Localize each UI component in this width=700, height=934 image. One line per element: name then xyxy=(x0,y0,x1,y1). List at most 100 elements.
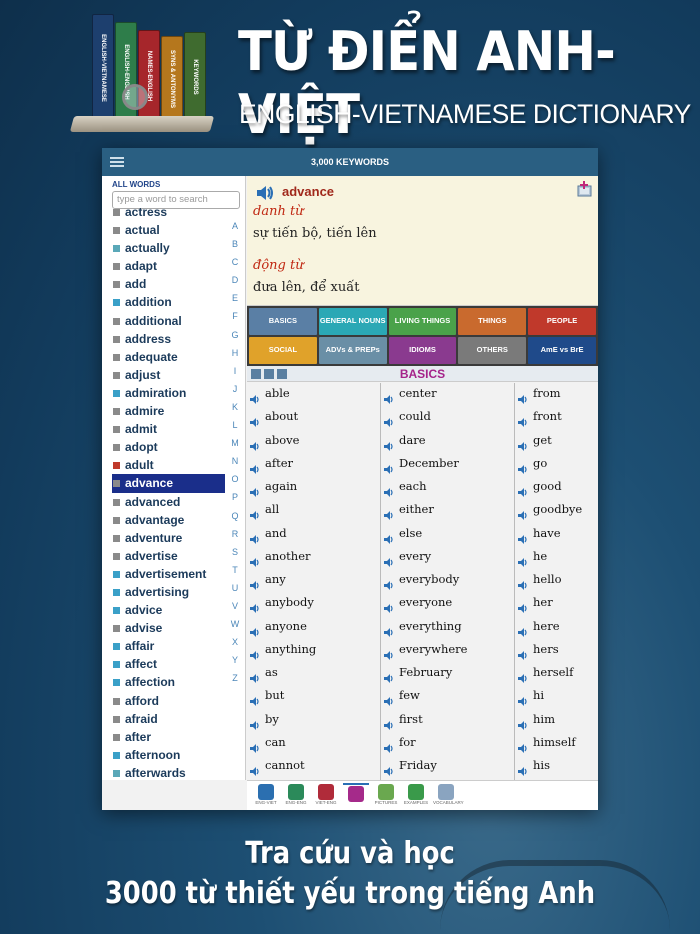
keyword-item[interactable]: hers xyxy=(515,639,649,662)
word-list-item[interactable]: admit xyxy=(112,420,225,438)
alphabet-letter[interactable]: D xyxy=(229,271,241,289)
alphabet-letter[interactable]: H xyxy=(229,344,241,362)
add-bookmark-icon[interactable] xyxy=(576,180,594,198)
alphabet-letter[interactable]: P xyxy=(229,488,241,506)
alphabet-letter[interactable]: M xyxy=(229,434,241,452)
keyword-item[interactable]: anything xyxy=(247,639,380,662)
word-list-item[interactable]: adequate xyxy=(112,348,225,366)
word-list-item[interactable]: afraid xyxy=(112,710,225,728)
keyword-item[interactable]: front xyxy=(515,406,649,429)
word-list-item[interactable]: afternoon xyxy=(112,746,225,764)
keyword-item[interactable]: everyone xyxy=(381,592,514,615)
keyword-item[interactable]: December xyxy=(381,453,514,476)
alphabet-letter[interactable]: Z xyxy=(229,669,241,687)
keyword-item[interactable]: for xyxy=(381,732,514,755)
keyword-item[interactable]: as xyxy=(247,662,380,685)
keyword-item[interactable]: anybody xyxy=(247,592,380,615)
keyword-item[interactable]: few xyxy=(381,685,514,708)
category-button[interactable]: LIVING THINGS xyxy=(388,308,457,335)
keyword-item[interactable]: cannot xyxy=(247,755,380,778)
keyword-item[interactable]: herself xyxy=(515,662,649,685)
category-button[interactable]: GENERAL NOUNS xyxy=(318,308,387,335)
word-list-item[interactable]: address xyxy=(112,330,225,348)
alphabet-letter[interactable]: V xyxy=(229,597,241,615)
category-button[interactable]: BASICS xyxy=(249,308,317,335)
keyword-item[interactable]: good xyxy=(515,476,649,499)
keyword-item[interactable]: have xyxy=(515,523,649,546)
keyword-item[interactable]: about xyxy=(247,406,380,429)
alphabet-letter[interactable]: W xyxy=(229,615,241,633)
word-list-item[interactable]: addition xyxy=(112,293,225,311)
word-list-item[interactable]: adjust xyxy=(112,366,225,384)
keyword-item[interactable]: he xyxy=(515,546,649,569)
word-list-item[interactable]: advertising xyxy=(112,583,225,601)
word-list-item[interactable]: admiration xyxy=(112,384,225,402)
keyword-item[interactable]: either xyxy=(381,499,514,522)
bottom-tab[interactable]: VIET-ENG xyxy=(313,783,339,809)
bottom-tab[interactable]: EXAMPLES xyxy=(403,783,429,809)
keyword-item[interactable]: anyone xyxy=(247,616,380,639)
keyword-item[interactable]: go xyxy=(515,453,649,476)
alphabet-letter[interactable]: T xyxy=(229,561,241,579)
word-list-item[interactable]: afford xyxy=(112,692,225,710)
alphabet-letter[interactable]: A xyxy=(229,217,241,235)
word-list-item[interactable]: after xyxy=(112,728,225,746)
word-list-item[interactable]: actual xyxy=(112,221,225,239)
keyword-item[interactable]: and xyxy=(247,523,380,546)
word-list-item[interactable]: advise xyxy=(112,619,225,637)
alphabet-letter[interactable]: F xyxy=(229,307,241,325)
keyword-item[interactable]: her xyxy=(515,592,649,615)
word-list-item[interactable]: afterwards xyxy=(112,764,225,780)
word-list-item[interactable]: advice xyxy=(112,601,225,619)
word-list-item[interactable]: adopt xyxy=(112,438,225,456)
alphabet-letter[interactable]: O xyxy=(229,470,241,488)
category-button[interactable]: AmE vs BrE xyxy=(528,337,596,364)
alphabet-letter[interactable]: K xyxy=(229,398,241,416)
bottom-tab[interactable]: PICTURES xyxy=(373,783,399,809)
alphabet-letter[interactable]: G xyxy=(229,326,241,344)
word-list-item[interactable]: affection xyxy=(112,673,225,691)
keyword-item[interactable]: can xyxy=(247,732,380,755)
alphabet-letter[interactable]: E xyxy=(229,289,241,307)
keyword-item[interactable]: February xyxy=(381,662,514,685)
word-list-item[interactable]: admire xyxy=(112,402,225,420)
keyword-item[interactable]: else xyxy=(381,523,514,546)
alphabet-letter[interactable]: L xyxy=(229,416,241,434)
word-list-item[interactable]: adult xyxy=(112,456,225,474)
keyword-item[interactable]: from xyxy=(515,383,649,406)
word-list-item[interactable]: advertisement xyxy=(112,565,225,583)
bottom-tab[interactable]: ENG-ENG xyxy=(283,783,309,809)
word-list-item[interactable]: add xyxy=(112,275,225,293)
keyword-item[interactable]: but xyxy=(247,685,380,708)
word-list-item[interactable]: affect xyxy=(112,655,225,673)
category-button[interactable]: IDIOMS xyxy=(388,337,457,364)
alphabet-letter[interactable]: Q xyxy=(229,507,241,525)
category-button[interactable]: OTHERS xyxy=(458,337,527,364)
keyword-item[interactable]: first xyxy=(381,709,514,732)
keyword-item[interactable]: everything xyxy=(381,616,514,639)
keyword-item[interactable]: above xyxy=(247,430,380,453)
keyword-item[interactable]: every xyxy=(381,546,514,569)
keyword-item[interactable]: his xyxy=(515,755,649,778)
keyword-item[interactable]: everybody xyxy=(381,569,514,592)
alphabet-letter[interactable]: J xyxy=(229,380,241,398)
keyword-item[interactable]: hello xyxy=(515,569,649,592)
keyword-item[interactable]: get xyxy=(515,430,649,453)
word-list-item[interactable]: actress xyxy=(112,203,225,221)
keyword-item[interactable]: could xyxy=(381,406,514,429)
alphabet-letter[interactable]: R xyxy=(229,525,241,543)
alphabet-letter[interactable]: Y xyxy=(229,651,241,669)
alphabet-letter[interactable]: S xyxy=(229,543,241,561)
bottom-tab[interactable] xyxy=(343,783,369,809)
keyword-item[interactable]: any xyxy=(247,569,380,592)
word-list-item[interactable]: additional xyxy=(112,312,225,330)
alphabet-letter[interactable]: U xyxy=(229,579,241,597)
word-list-item[interactable]: actually xyxy=(112,239,225,257)
menu-icon[interactable] xyxy=(110,157,124,167)
word-list-item[interactable]: affair xyxy=(112,637,225,655)
keyword-item[interactable]: hi xyxy=(515,685,649,708)
alphabet-letter[interactable]: B xyxy=(229,235,241,253)
word-list-item[interactable]: advantage xyxy=(112,511,225,529)
keyword-item[interactable]: Friday xyxy=(381,755,514,778)
alphabet-letter[interactable]: N xyxy=(229,452,241,470)
